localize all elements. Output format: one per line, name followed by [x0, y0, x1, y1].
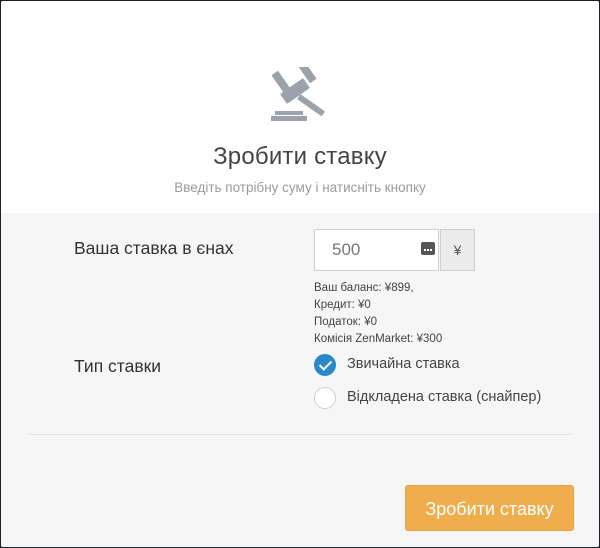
calculator-icon[interactable] [421, 242, 435, 255]
tax-text: Податок: ¥0 [314, 316, 378, 328]
bid-type-option-label: Звичайна ставка [347, 356, 460, 372]
credit-text: Кредит: ¥0 [314, 299, 371, 311]
place-bid-button[interactable]: Зробити ставку [405, 485, 574, 531]
modal-subtitle: Введіть потрібну суму і натисніть кнопку [174, 180, 426, 195]
bid-type-option-label: Відкладена ставка (снайпер) [347, 389, 542, 405]
bid-type-label: Тип ставки [74, 356, 162, 376]
radio-unchecked-icon[interactable] [314, 387, 336, 409]
modal-header: Зробити ставку Введіть потрібну суму і н… [1, 1, 599, 213]
commission-text: Комісія ZenMarket: ¥300 [314, 333, 443, 345]
balance-info: Ваш баланс: ¥899, Кредит: ¥0 Податок: ¥0… [314, 280, 442, 348]
divider [27, 434, 573, 435]
radio-checked-icon[interactable] [314, 354, 336, 376]
gavel-icon [271, 67, 325, 121]
bid-amount-label: Ваша ставка в єнах [74, 238, 234, 258]
balance-text: Ваш баланс: ¥899, [314, 282, 414, 294]
modal-title: Зробити ставку [213, 143, 387, 170]
bid-form: Ваша ставка в єнах ¥ Ваш баланс: ¥899, К… [1, 213, 599, 547]
bid-amount-group: ¥ [314, 229, 476, 273]
currency-addon: ¥ [440, 229, 475, 271]
bid-modal: × Зробити ставку Введіть потрібну суму і… [1, 1, 599, 547]
